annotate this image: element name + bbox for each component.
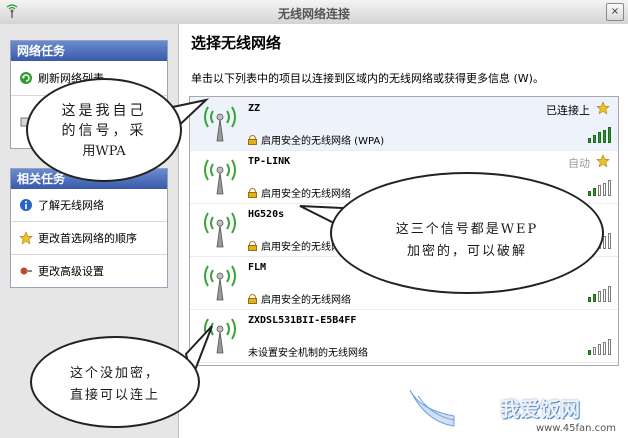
lock-icon bbox=[248, 240, 257, 251]
title-bar: 无线网络连接 × bbox=[0, 0, 628, 25]
wireless-antenna-icon bbox=[204, 106, 236, 142]
network-ssid: TP-LINK bbox=[248, 156, 291, 167]
signal-strength-icon bbox=[588, 180, 611, 196]
callout-open-signal: 这个没加密， 直接可以连上 bbox=[30, 336, 200, 428]
page-title: 选择无线网络 bbox=[191, 34, 282, 52]
change-preferred-order-link[interactable]: 更改首选网络的顺序 bbox=[11, 222, 167, 255]
signal-bar bbox=[598, 132, 601, 143]
watermark-url: www.45fan.com bbox=[535, 423, 616, 434]
lock-icon bbox=[248, 293, 257, 304]
lock-icon bbox=[248, 187, 257, 198]
settings-icon bbox=[19, 264, 33, 278]
signal-strength-icon bbox=[588, 127, 611, 143]
signal-bar bbox=[608, 180, 611, 196]
lock-icon bbox=[248, 134, 257, 145]
network-ssid: ZXDSL531BII-E5B4FF bbox=[248, 315, 357, 326]
network-security: 启用安全的无线网络 bbox=[248, 185, 351, 200]
network-item[interactable]: ZZ 已连接上启用安全的无线网络 (WPA) bbox=[190, 97, 618, 151]
callout-wep-line1: 这三个信号都是WEP bbox=[395, 222, 539, 237]
change-advanced-settings-link[interactable]: 更改高级设置 bbox=[11, 255, 167, 287]
instructions-text: 单击以下列表中的项目以连接到区域内的无线网络或获得更多信息 (W)。 bbox=[191, 72, 544, 85]
network-ssid: FLM bbox=[248, 262, 267, 273]
signal-bar bbox=[603, 342, 606, 355]
watermark-text: 我爱饭网 bbox=[500, 397, 580, 421]
signal-bar bbox=[588, 191, 591, 196]
signal-bar bbox=[593, 188, 596, 196]
network-security-label: 未设置安全机制的无线网络 bbox=[248, 348, 368, 359]
network-ssid: HG520s bbox=[248, 209, 285, 220]
network-status: 自动 bbox=[568, 157, 590, 170]
signal-bar bbox=[608, 233, 611, 249]
network-tasks-header[interactable]: 网络任务 bbox=[11, 41, 167, 61]
watermark: 我爱饭网 www.45fan.com bbox=[406, 384, 622, 434]
signal-bar bbox=[593, 294, 596, 302]
close-button[interactable]: × bbox=[606, 3, 624, 21]
network-item[interactable]: ZXDSL531BII-E5B4FF 未设置安全机制的无线网络 bbox=[190, 309, 618, 363]
callout-own-line2: 的信号，采 bbox=[61, 123, 147, 139]
callout-wep-line2: 加密的，可以破解 bbox=[406, 244, 527, 259]
preferred-star-icon bbox=[596, 154, 610, 168]
signal-bar bbox=[593, 347, 596, 355]
star-icon bbox=[19, 231, 33, 245]
refresh-icon bbox=[19, 71, 33, 85]
wireless-antenna-icon bbox=[204, 159, 236, 195]
network-security: 启用安全的无线网络 (WPA) bbox=[248, 132, 384, 147]
related-tasks-panel: 相关任务 了解无线网络 更改首选网络的顺序 更改高级设置 bbox=[10, 168, 168, 288]
signal-bar bbox=[588, 138, 591, 143]
callout-own-line3: 用WPA bbox=[82, 144, 126, 159]
signal-bar bbox=[598, 291, 601, 302]
wireless-antenna-icon bbox=[204, 318, 236, 354]
signal-bar bbox=[603, 183, 606, 196]
wireless-antenna-icon bbox=[204, 265, 236, 301]
callout-open-line1: 这个没加密， bbox=[69, 366, 160, 381]
signal-bar bbox=[598, 185, 601, 196]
network-security-label: 启用安全的无线网络 bbox=[261, 295, 351, 306]
wireless-antenna-icon bbox=[204, 212, 236, 248]
network-security: 启用安全的无线网络 bbox=[248, 291, 351, 306]
change-advanced-settings-label: 更改高级设置 bbox=[38, 265, 104, 278]
callout-open-line2: 直接可以连上 bbox=[69, 388, 160, 403]
network-security-label: 启用安全的无线网络 (WPA) bbox=[261, 136, 385, 147]
signal-bar bbox=[588, 297, 591, 302]
callout-own-line1: 这是我自己 bbox=[61, 103, 147, 119]
learn-wireless-link[interactable]: 了解无线网络 bbox=[11, 189, 167, 222]
watermark-wing-icon bbox=[409, 389, 455, 427]
signal-bar bbox=[608, 127, 611, 143]
network-status: 已连接上 bbox=[546, 104, 590, 117]
signal-bar bbox=[603, 130, 606, 143]
change-preferred-order-label: 更改首选网络的顺序 bbox=[38, 232, 137, 245]
signal-strength-icon bbox=[588, 286, 611, 302]
signal-bar bbox=[598, 344, 601, 355]
network-security-label: 启用安全的无线网络 bbox=[261, 189, 351, 200]
signal-bar bbox=[603, 289, 606, 302]
network-security: 未设置安全机制的无线网络 bbox=[248, 344, 368, 359]
signal-strength-icon bbox=[588, 339, 611, 355]
callout-own-signal: 这是我自己 的信号，采 用WPA bbox=[26, 78, 182, 182]
window-title: 无线网络连接 bbox=[277, 7, 350, 21]
signal-bar bbox=[608, 286, 611, 302]
callout-wep-signals: 这三个信号都是WEP 加密的，可以破解 bbox=[330, 172, 604, 294]
preferred-star-icon bbox=[596, 101, 610, 115]
network-ssid: ZZ bbox=[248, 103, 261, 114]
info-icon bbox=[19, 198, 33, 212]
signal-bar bbox=[608, 339, 611, 355]
signal-bar bbox=[593, 135, 596, 143]
signal-bar bbox=[588, 350, 591, 355]
learn-wireless-label: 了解无线网络 bbox=[38, 199, 104, 212]
